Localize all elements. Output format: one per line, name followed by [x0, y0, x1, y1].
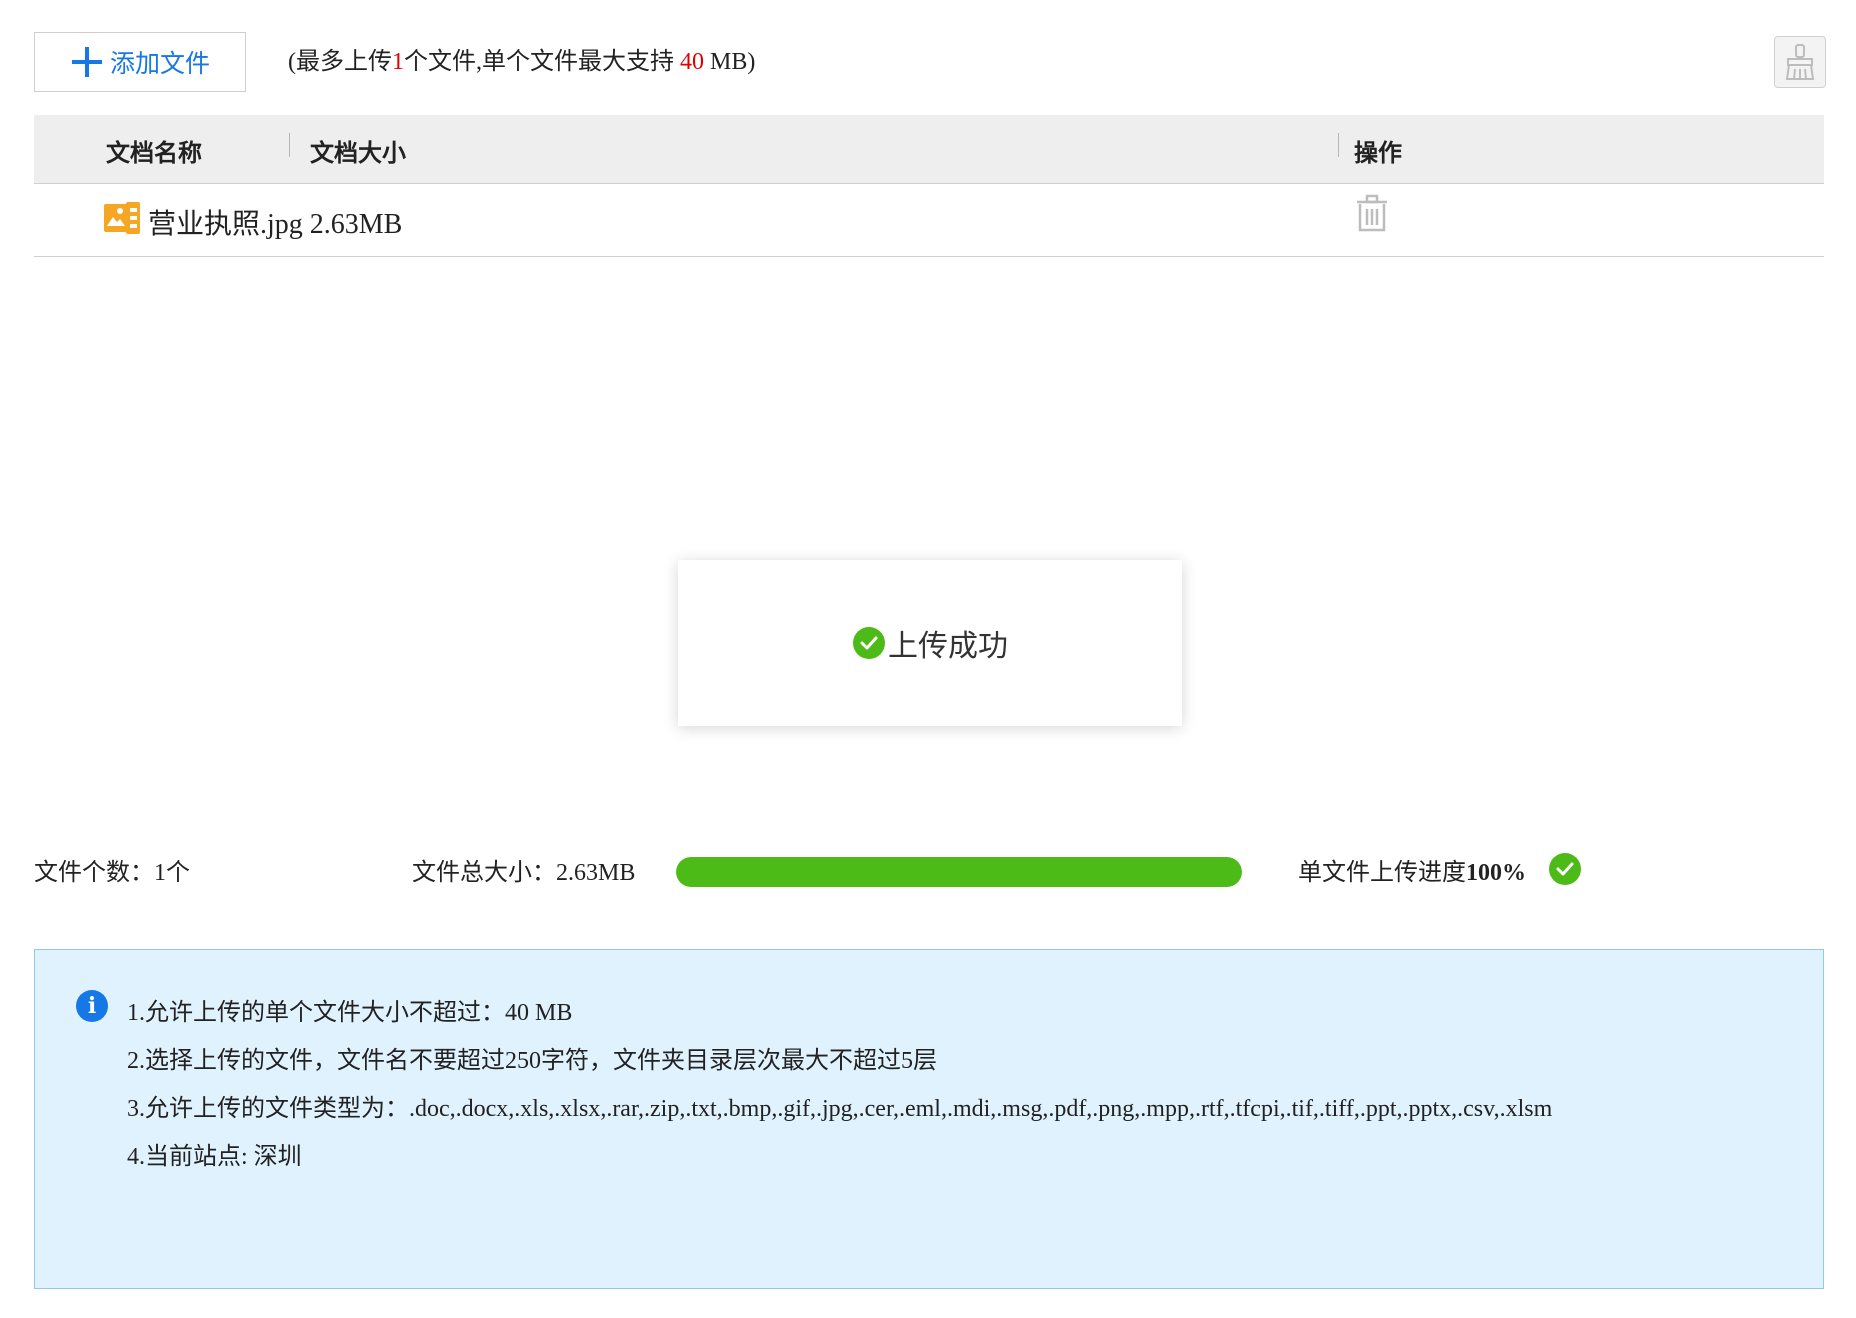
single-file-progress-label: 单文件上传进度100%	[1298, 852, 1526, 887]
table-row: 营业执照.jpg 2.63MB	[34, 184, 1824, 257]
upload-progress-bar	[676, 857, 1242, 887]
progress-label: 单文件上传进度	[1298, 860, 1466, 886]
column-header-size[interactable]: 文档大小	[310, 133, 406, 168]
clear-list-button[interactable]	[1774, 36, 1826, 88]
image-file-icon	[104, 202, 140, 234]
file-count: 文件个数：1个	[34, 860, 190, 886]
file-table-header: 文档名称 文档大小 操作	[34, 115, 1824, 184]
total-size: 文件总大小：2.63MB	[412, 860, 636, 886]
progress-percent: 100%	[1466, 860, 1526, 886]
upload-rules-panel: i 1.允许上传的单个文件大小不超过：40 MB 2.选择上传的文件，文件名不要…	[34, 949, 1824, 1289]
broom-icon	[1785, 44, 1815, 80]
file-name: 营业执照.jpg	[148, 209, 303, 240]
toast-message: 上传成功	[888, 630, 1008, 663]
limit-prefix: (最多上传	[288, 49, 392, 75]
rule-line: 1.允许上传的单个文件大小不超过：40 MB	[127, 1000, 573, 1026]
limit-middle: 个文件,单个文件最大支持	[404, 49, 680, 75]
limit-count: 1	[392, 49, 404, 75]
add-file-button[interactable]: 添加文件	[34, 32, 246, 92]
upload-limit-hint: (最多上传1个文件,单个文件最大支持 40 MB)	[288, 44, 755, 80]
rule-line: 2.选择上传的文件，文件名不要超过250字符，文件夹目录层次最大不超过5层	[127, 1048, 937, 1074]
add-file-label: 添加文件	[109, 51, 210, 78]
rule-line: 3.允许上传的文件类型为：.doc,.docx,.xls,.xlsx,.rar,…	[127, 1096, 1553, 1122]
file-name-and-size: 营业执照.jpg 2.63MB	[148, 202, 402, 242]
trash-icon[interactable]	[1354, 194, 1390, 234]
upload-success-toast: 上传成功	[678, 560, 1182, 726]
success-check-icon	[1549, 853, 1581, 885]
upload-progress-fill	[676, 857, 1242, 887]
plus-icon	[70, 45, 104, 79]
success-check-icon	[853, 627, 885, 659]
limit-size: 40	[680, 49, 704, 75]
column-header-name[interactable]: 文档名称	[106, 133, 202, 168]
column-divider	[289, 133, 290, 157]
rule-line: 4.当前站点: 深圳	[127, 1144, 302, 1170]
file-size: 2.63MB	[309, 209, 403, 240]
column-divider	[1338, 133, 1339, 157]
limit-suffix: MB)	[704, 49, 756, 75]
info-icon: i	[76, 990, 108, 1022]
column-header-action: 操作	[1354, 141, 1402, 167]
